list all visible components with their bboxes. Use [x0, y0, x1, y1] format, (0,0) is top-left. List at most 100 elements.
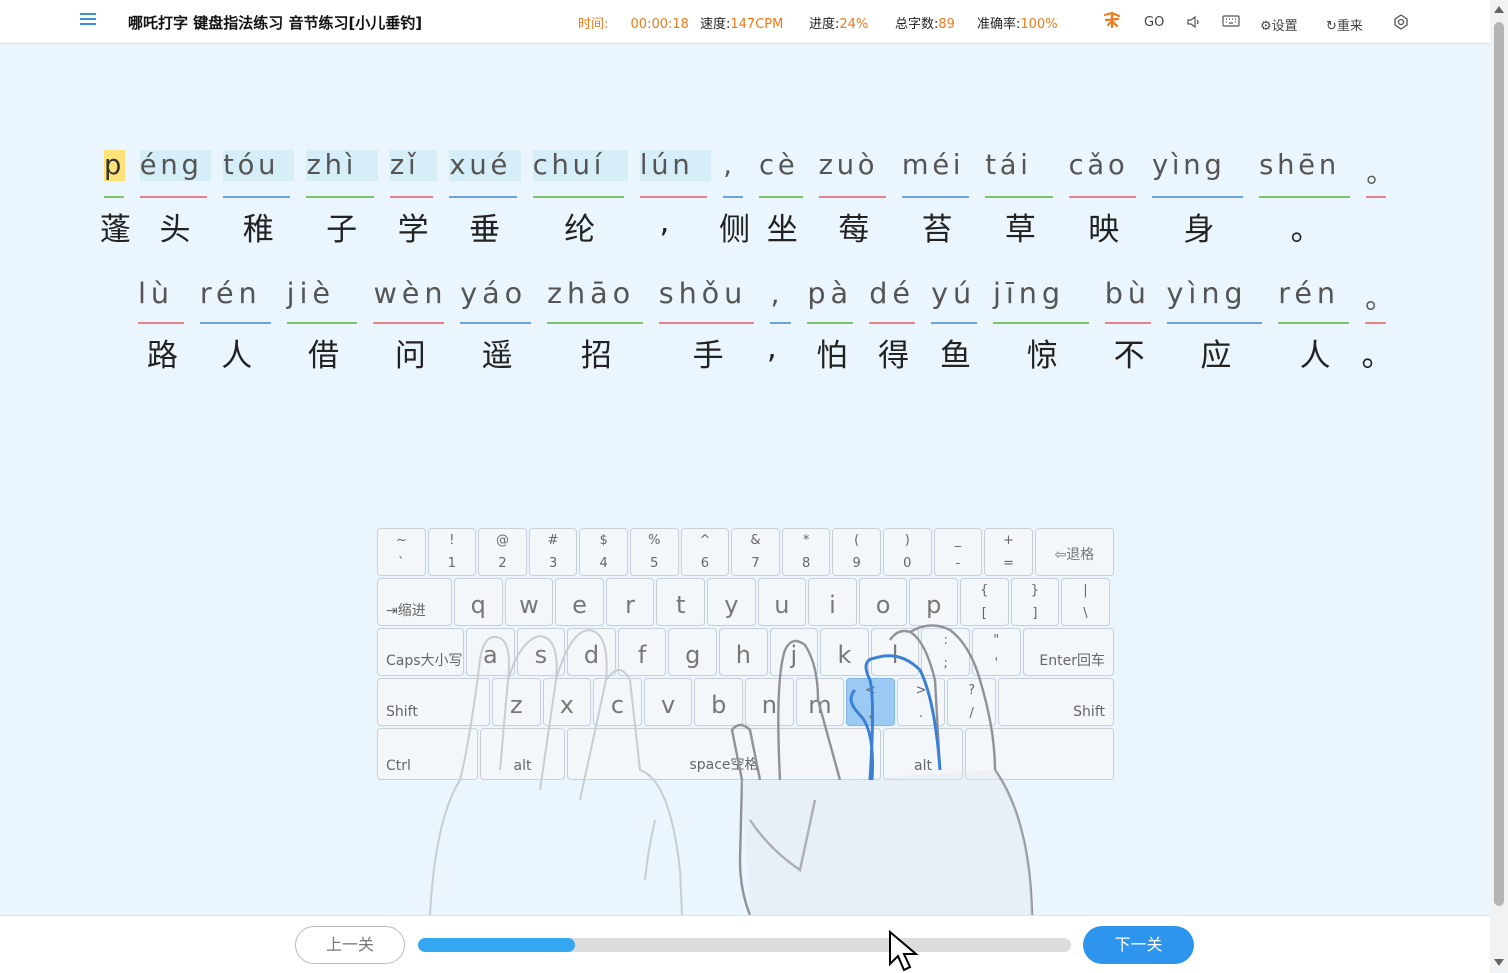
key-y[interactable]: y	[707, 578, 756, 626]
key-5[interactable]: % 5	[630, 528, 679, 576]
key-label: `	[398, 556, 405, 571]
key-4[interactable]: $4	[579, 528, 628, 576]
pinyin-syllable: zhì	[306, 150, 378, 181]
syllable-underline	[931, 322, 977, 324]
syllable-underline	[901, 196, 970, 198]
hanzi-char: 。	[1361, 338, 1393, 374]
syllable-underline	[532, 196, 624, 198]
total-value: 89	[938, 17, 955, 32]
key-label: =	[1003, 556, 1014, 571]
key-label: ]	[1032, 606, 1038, 621]
syllable-underline	[1278, 322, 1350, 324]
key-u[interactable]: u	[757, 578, 807, 626]
key-r[interactable]: r	[605, 578, 655, 626]
key-backspace[interactable]: ⇦退格	[1034, 528, 1114, 576]
pinyin-syllable: tóu	[223, 150, 295, 181]
pinyin-syllable: cǎo	[1068, 150, 1129, 181]
pinyin-syllable: xué	[449, 150, 521, 181]
key--[interactable]: _ -	[933, 528, 983, 576]
key-label: t	[675, 591, 686, 619]
syllable-underline	[985, 196, 1053, 198]
restart-button[interactable]: ↻重来	[1326, 15, 1363, 34]
key-3[interactable]: #3	[528, 528, 578, 576]
menu-icon[interactable]	[80, 11, 96, 27]
key-q[interactable]: q	[454, 578, 503, 626]
key-1[interactable]: ! 1	[427, 528, 477, 576]
key-o[interactable]: o	[858, 578, 908, 626]
key-8[interactable]: * 8	[781, 528, 831, 576]
key-label: e	[572, 591, 587, 619]
syllable-underline	[658, 322, 755, 324]
key-e[interactable]: e	[555, 578, 604, 626]
hanzi-char: 遥	[481, 338, 513, 374]
mouse-cursor-icon	[889, 930, 919, 972]
settings-label: 设置	[1271, 19, 1298, 34]
next-level-button[interactable]: 下一关	[1083, 926, 1194, 964]
scroll-up-arrow-icon[interactable]	[1494, 6, 1504, 13]
key-label: ⇦退格	[1054, 547, 1095, 563]
syllable-underline	[199, 322, 271, 324]
key-w[interactable]: w	[504, 578, 554, 626]
key-2[interactable]: @2	[478, 528, 527, 576]
syllable-underline	[1366, 196, 1386, 198]
pinyin-syllable: 。	[1366, 158, 1398, 189]
key-shift-label: $	[599, 533, 608, 548]
key-6[interactable]: ^ 6	[680, 528, 730, 576]
skin-icon[interactable]	[1392, 13, 1410, 35]
syllable-underline	[449, 196, 517, 198]
key-=[interactable]: + =	[984, 528, 1033, 576]
pinyin-syllable: dé	[869, 276, 915, 310]
key-sym-1[interactable]: }]	[1010, 578, 1060, 626]
key-7[interactable]: & 7	[731, 528, 780, 576]
key-p[interactable]: p	[909, 578, 958, 626]
syllable-underline	[818, 196, 886, 198]
pinyin-syllable: jiè	[286, 276, 335, 310]
hanzi-char: 不	[1113, 338, 1145, 374]
syllable-underline	[1259, 196, 1351, 198]
pinyin-syllable: éng	[139, 150, 212, 181]
key-shift-label: _	[954, 533, 962, 548]
pinyin-syllable: tái	[985, 150, 1032, 181]
hanzi-char: 纶	[564, 212, 596, 248]
accuracy-label: 准确率:	[977, 17, 1021, 32]
syllable-underline	[759, 196, 803, 198]
pinyin-syllable: wèn	[373, 276, 448, 310]
key-t[interactable]: t	[656, 578, 705, 626]
pinyin-syllable: shēn	[1259, 150, 1340, 181]
key-shift-label: )	[904, 533, 910, 548]
scroll-thumb[interactable]	[1494, 22, 1504, 906]
key-tab[interactable]: ⇥缩进	[377, 578, 452, 626]
key-shift-label: #	[547, 533, 559, 548]
go-button[interactable]: GO	[1144, 15, 1164, 30]
key-label: 2	[498, 556, 507, 571]
key-shift-label: @	[495, 533, 509, 548]
key-9[interactable]: (9	[832, 528, 881, 576]
nezha-logo-icon[interactable]	[1102, 10, 1122, 34]
key-shift-label: ~	[395, 533, 407, 548]
sound-icon[interactable]	[1186, 14, 1202, 34]
pinyin-syllable: 。	[1365, 281, 1399, 315]
key-0[interactable]: ) 0	[883, 528, 932, 576]
key-label: o	[875, 591, 891, 619]
key-sym-2[interactable]: | \	[1061, 578, 1110, 626]
hanzi-char: 手	[692, 338, 724, 374]
pinyin-syllable: cè	[759, 150, 799, 181]
pinyin-syllable: lún	[639, 150, 712, 181]
prev-level-button[interactable]: 上一关	[295, 926, 405, 964]
speed-value: 147CPM	[730, 17, 784, 32]
scroll-down-arrow-icon[interactable]	[1494, 959, 1504, 966]
syllable-underline	[223, 196, 291, 198]
progress-value: 24%	[839, 17, 869, 32]
key-label: 4	[599, 556, 608, 571]
syllable-underline	[770, 322, 792, 324]
pinyin-syllable: rén	[199, 276, 262, 310]
key-shift-label: {	[980, 583, 989, 598]
key-sym-0[interactable]: {[	[960, 578, 1009, 626]
keyboard-icon[interactable]	[1222, 14, 1240, 32]
settings-button[interactable]: ⚙设置	[1260, 15, 1298, 34]
key-label: p	[926, 591, 942, 619]
key-i[interactable]: i	[808, 578, 857, 626]
pinyin-syllable: p	[104, 150, 128, 181]
vertical-scrollbar[interactable]	[1490, 0, 1508, 972]
key-`[interactable]: ~ `	[377, 528, 426, 576]
